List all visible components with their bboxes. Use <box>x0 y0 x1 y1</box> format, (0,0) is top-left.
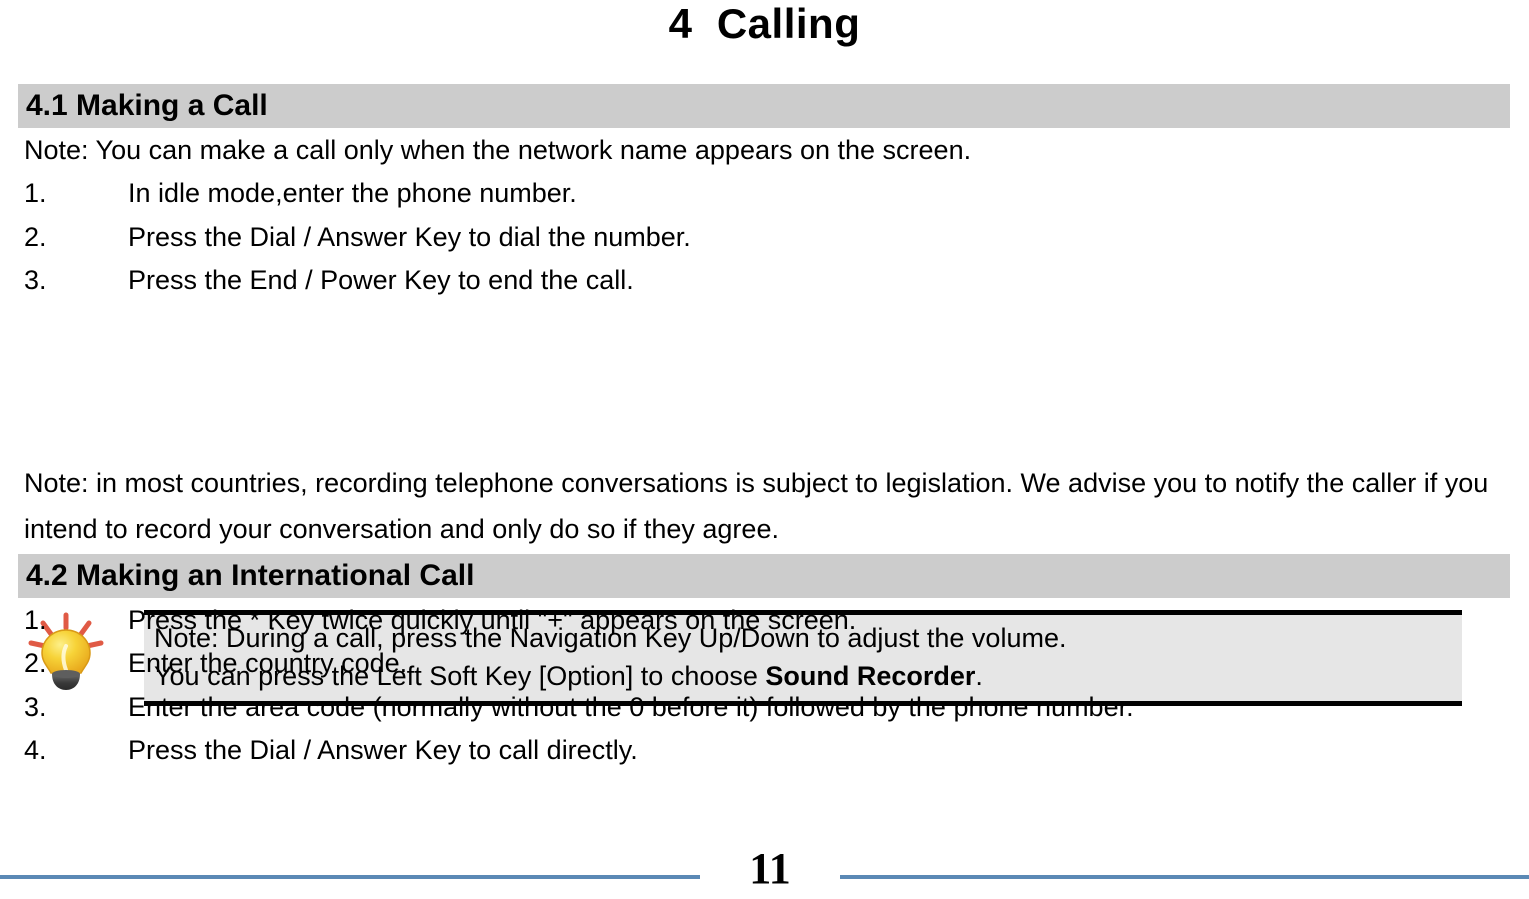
page-title: 4 Calling <box>668 0 861 47</box>
list-item-number: 1. <box>24 178 47 208</box>
list-item: 4. Press the Dial / Answer Key to call di… <box>24 733 638 767</box>
list-item: 2. Press the Dial / Answer Key to dial th… <box>24 220 691 254</box>
list-item-label: Press the Dial / Answer Key to dial the … <box>128 222 691 252</box>
section-heading-4-2: 4.2 Making an International Call <box>18 554 1510 598</box>
list-item-number: 2. <box>24 222 47 252</box>
list-item-number: 3. <box>24 692 47 722</box>
list-item-number: 2. <box>24 648 47 678</box>
tip-callout: Note: During a call, press the Navigatio… <box>0 300 1529 706</box>
section-heading-4-1: 4.1 Making a Call <box>18 84 1510 128</box>
footer-rule-left <box>0 875 700 879</box>
list-item-label: Enter the country code. <box>128 648 408 678</box>
list-item-number: 1. <box>24 605 47 635</box>
note-line-2-emphasis: Sound Recorder <box>765 661 976 691</box>
page-footer: 11 <box>0 839 1529 899</box>
list-item-label: Enter the area code (normally without th… <box>128 692 1134 722</box>
list-item-label: Press the * Key twice quickly until "+" … <box>128 605 857 635</box>
section-4-1-intro: Note: You can make a call only when the … <box>24 135 972 165</box>
list-item: 2. Enter the country code. <box>24 646 407 680</box>
note-line-2-suffix: . <box>975 661 983 691</box>
list-item: 1. Press the * Key twice quickly until "+… <box>24 603 856 637</box>
list-item-label: Press the End / Power Key to end the cal… <box>128 265 634 295</box>
list-item-number: 3. <box>24 265 47 295</box>
list-item-label: Press the Dial / Answer Key to call dire… <box>128 735 638 765</box>
list-item: 1. In idle mode,enter the phone number. <box>24 176 577 210</box>
footer-rule-right <box>840 875 1529 879</box>
page-number: 11 <box>749 844 791 893</box>
list-item: 3. Press the End / Power Key to end the c… <box>24 263 634 297</box>
document-page: 4 Calling 4.1 Making a Call Note: You ca… <box>0 0 1529 899</box>
legal-note-paragraph: Note: in most countries, recording telep… <box>24 468 1489 544</box>
list-item: 3. Enter the area code (normally without … <box>24 690 1134 724</box>
list-item-label: In idle mode,enter the phone number. <box>128 178 577 208</box>
list-item-number: 4. <box>24 735 47 765</box>
